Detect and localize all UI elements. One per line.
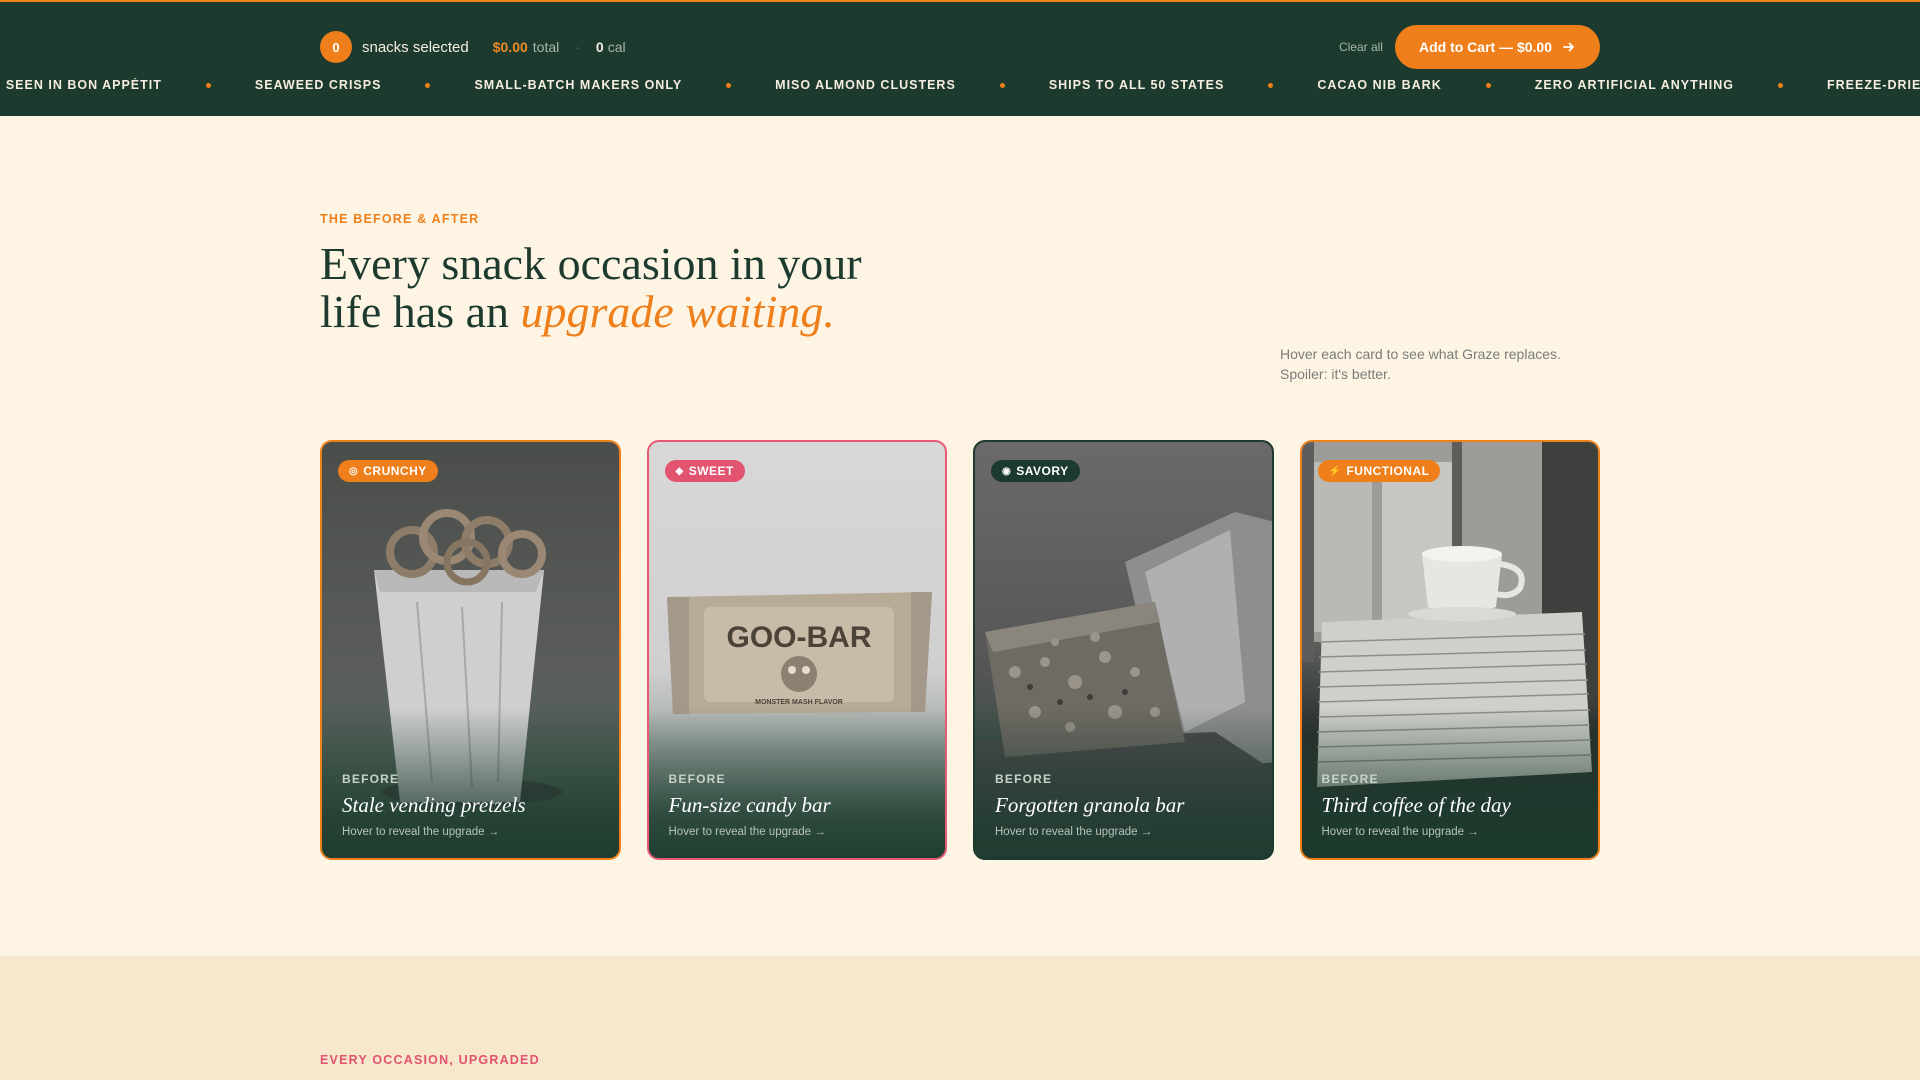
section-headline: Every snack occasion in your life has an… [320,240,880,336]
card-title: Forgotten granola bar [995,793,1185,817]
card-crunchy[interactable]: ◎ CRUNCHY BEFORE Stale vending pretzels H… [320,440,621,860]
ticker-dot [1485,82,1491,88]
clear-all-button[interactable]: Clear all [1339,40,1383,54]
tag-savory: ◉ SAVORY [991,460,1080,482]
before-label: BEFORE [995,772,1053,786]
tag-label: SAVORY [1016,464,1069,478]
tag-crunchy: ◎ CRUNCHY [338,460,438,482]
ticker-dot [1268,82,1274,88]
wrapper-brand-text: GOO-BAR [726,621,871,654]
calorie-label: cal [607,39,626,55]
tag-functional: ⚡ FUNCTIONAL [1317,460,1441,482]
card-title: Stale vending pretzels [342,793,526,817]
selected-count-badge: 0 [320,31,352,63]
tag-sweet: ◆ SWEET [664,460,745,482]
lightning-icon: ⚡ [1328,465,1342,477]
arrow-right-icon [1563,42,1574,52]
reveal-hint: Hover to reveal the upgrade → [1321,826,1479,838]
headline-accent: upgrade waiting. [520,286,835,337]
wrapper-sub-text: MONSTER MASH FLAVOR [755,699,843,706]
section-hint: Hover each card to see what Graze replac… [1280,344,1600,384]
ticker-dot [205,82,211,88]
selected-label: snacks selected [362,38,469,56]
card-title: Third coffee of the day [1321,793,1511,817]
calorie-value: 0 [595,39,604,55]
reveal-hint: Hover to reveal the upgrade → [668,826,826,838]
before-label: BEFORE [342,772,400,786]
ticker-item: Miso almond clusters [775,78,956,92]
top-bar: 0 snacks selected $0.00 total · 0 cal Cl… [0,0,1920,116]
before-cards: ◎ CRUNCHY BEFORE Stale vending pretzels H… [320,440,1600,860]
separator-dot: · [575,39,580,55]
tag-label: SWEET [688,464,734,478]
card-sweet[interactable]: GOO-BAR MONSTER MASH FLAVOR ◆ SWEET BEFOR… [646,440,947,860]
tag-label: CRUNCHY [363,464,427,478]
ticker-item: As seen in Bon Appétit [0,78,162,92]
marquee-ticker: As seen in Bon Appétit Seaweed crisps Sm… [0,78,1920,100]
ticker-item: Freeze-dried m [1826,78,1920,92]
card-meta: BEFORE Third coffee of the day Hover to … [1322,772,1579,838]
add-to-cart-button[interactable]: Add to Cart — $0.00 [1394,25,1600,69]
hint-line: Hover each card to see what Graze replac… [1280,346,1561,362]
selection-summary-bar: 0 snacks selected $0.00 total · 0 cal Cl… [320,25,1600,69]
card-meta: BEFORE Forgotten granola bar Hover to re… [995,772,1252,838]
tag-label: FUNCTIONAL [1346,464,1430,478]
before-label: BEFORE [1321,772,1379,786]
card-savory[interactable]: ◉ SAVORY BEFORE Forgotten granola bar Hov… [973,440,1274,860]
savory-icon: ◉ [1002,465,1012,477]
ticker-dot [726,82,732,88]
ticker-item: Ships to all 50 states [1048,78,1225,92]
total-label: total [532,39,560,55]
card-functional[interactable]: ⚡ FUNCTIONAL BEFORE Third coffee of the d… [1299,440,1600,860]
card-title: Fun-size candy bar [668,793,831,817]
ticker-dot [999,82,1005,88]
card-meta: BEFORE Fun-size candy bar Hover to revea… [669,772,926,838]
before-after-section: THE BEFORE & AFTER Every snack occasion … [320,116,1600,956]
total-value: $0.00 [492,39,528,55]
ticker-dot [1777,82,1783,88]
before-label: BEFORE [668,772,726,786]
add-to-cart-label: Add to Cart — $0.00 [1418,39,1552,55]
pretzel-icon: ◎ [349,465,359,477]
section-eyebrow: EVERY OCCASION, UPGRADED [320,1053,540,1067]
ticker-item: Seaweed crisps [254,78,382,92]
reveal-hint: Hover to reveal the upgrade → [342,826,500,838]
hint-line: Spoiler: it's better. [1280,366,1391,382]
ticker-item: Small-batch makers only [474,78,683,92]
section-eyebrow: THE BEFORE & AFTER [320,212,480,226]
candy-icon: ◆ [675,465,684,477]
card-meta: BEFORE Stale vending pretzels Hover to r… [342,772,599,838]
ticker-item: Zero artificial anything [1534,78,1734,92]
ticker-dot [425,82,431,88]
reveal-hint: Hover to reveal the upgrade → [995,826,1153,838]
occasions-section: EVERY OCCASION, UPGRADED [0,956,1920,1080]
ticker-track: As seen in Bon Appétit Seaweed crisps Sm… [0,78,1920,92]
ticker-item: Cacao nib bark [1317,78,1442,92]
